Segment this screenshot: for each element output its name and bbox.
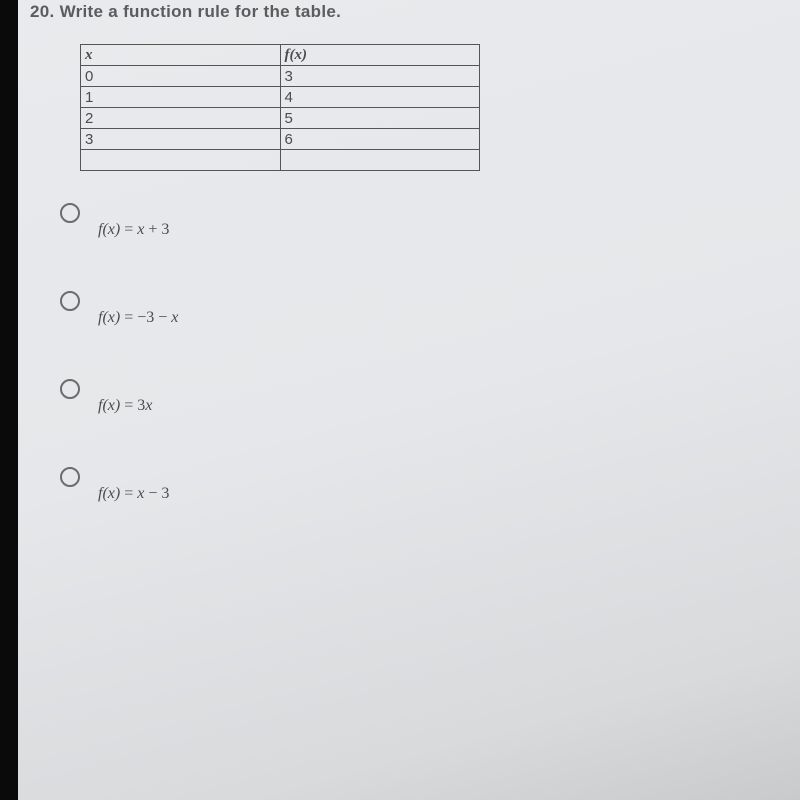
cell-fx: 6 (280, 129, 480, 150)
cell-fx (280, 150, 480, 171)
table-row (81, 150, 480, 171)
radio-icon[interactable] (60, 379, 80, 399)
cell-x: 3 (81, 129, 281, 150)
left-screen-edge (0, 0, 18, 800)
eq-part: = (120, 221, 137, 238)
cell-x (81, 150, 281, 171)
function-table: x f(x) 0 3 1 4 2 5 3 6 (80, 44, 800, 171)
cell-x: 0 (81, 66, 281, 87)
cell-fx: 5 (280, 108, 480, 129)
radio-icon[interactable] (60, 291, 80, 311)
table-row: 0 3 (81, 66, 480, 87)
option-label: f(x) = −3 − x (98, 309, 178, 327)
cell-x: 2 (81, 108, 281, 129)
data-table: x f(x) 0 3 1 4 2 5 3 6 (80, 44, 480, 171)
eq-part: = (120, 309, 137, 326)
question-header: 20. Write a function rule for the table. (30, 2, 800, 22)
option-label: f(x) = x − 3 (98, 485, 169, 503)
table-row: 1 4 (81, 87, 480, 108)
fn-part: f(x) (98, 397, 120, 414)
option-label: f(x) = x + 3 (98, 221, 169, 239)
option-label: f(x) = 3x (98, 397, 152, 415)
cell-fx: 4 (280, 87, 480, 108)
question-number: 20. (30, 2, 55, 21)
radio-icon[interactable] (60, 203, 80, 223)
page-container: 20. Write a function rule for the table.… (0, 0, 800, 800)
fn-part: f(x) (98, 309, 120, 326)
col-fx-header: f(x) (280, 45, 480, 66)
table-row: 2 5 (81, 108, 480, 129)
cell-x: 1 (81, 87, 281, 108)
eq-part: = (120, 485, 137, 502)
option-b[interactable]: f(x) = −3 − x (60, 289, 800, 327)
option-d[interactable]: f(x) = x − 3 (60, 465, 800, 503)
fn-part: f(x) (98, 221, 120, 238)
radio-icon[interactable] (60, 467, 80, 487)
cell-fx: 3 (280, 66, 480, 87)
table-header-row: x f(x) (81, 45, 480, 66)
eq-part: = (120, 397, 137, 414)
var-part: x (171, 309, 178, 326)
rest-part: − 3 (144, 485, 169, 502)
rest-part: + 3 (144, 221, 169, 238)
question-text: Write a function rule for the table. (60, 2, 342, 21)
col-x-header: x (81, 45, 281, 66)
fn-part: f(x) (98, 485, 120, 502)
option-a[interactable]: f(x) = x + 3 (60, 201, 800, 239)
var-part: x (145, 397, 152, 414)
table-row: 3 6 (81, 129, 480, 150)
pre-part: −3 − (137, 309, 171, 326)
content-area: 20. Write a function rule for the table.… (30, 0, 800, 503)
option-c[interactable]: f(x) = 3x (60, 377, 800, 415)
answer-options: f(x) = x + 3 f(x) = −3 − x f(x) = 3x f(x… (60, 201, 800, 503)
